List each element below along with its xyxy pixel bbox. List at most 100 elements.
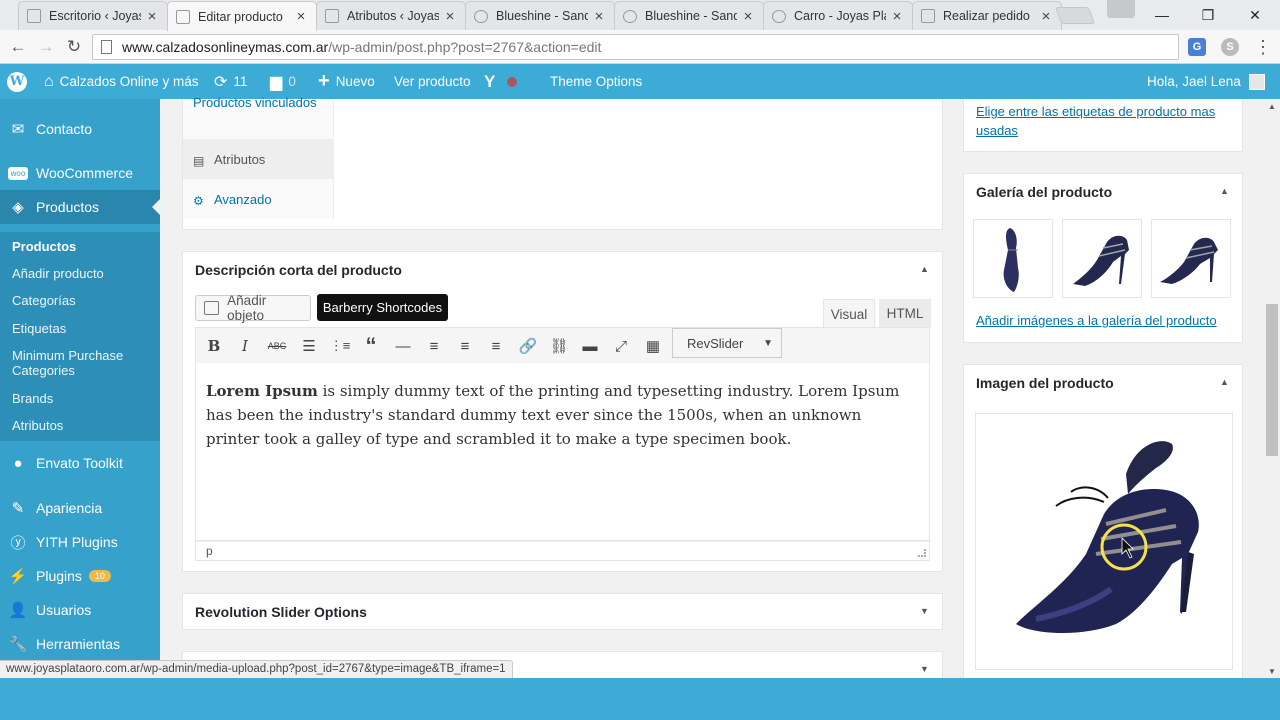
collapse-arrow-icon[interactable]: ▲ xyxy=(1220,377,1229,387)
menu-icon[interactable]: ⋮ xyxy=(1252,36,1274,58)
italic-icon[interactable]: I xyxy=(235,336,255,356)
link-icon[interactable]: 🔗 xyxy=(518,336,538,356)
reload-button[interactable]: ↻ xyxy=(63,36,85,58)
forward-button[interactable]: → xyxy=(35,36,57,58)
resize-handle[interactable] xyxy=(918,549,926,557)
align-right-icon[interactable]: ≡ xyxy=(486,336,506,356)
maximize-button[interactable]: ❐ xyxy=(1185,0,1231,30)
close-icon[interactable]: × xyxy=(890,8,904,25)
browser-tab[interactable]: Atributos ‹ Joyas × xyxy=(316,1,466,30)
blockquote-icon[interactable]: “ xyxy=(361,333,381,358)
browser-tab[interactable]: Blueshine - Sand × xyxy=(614,1,764,30)
site-name-link[interactable]: ⌂ Calzados Online y más xyxy=(44,64,198,99)
tab-html[interactable]: HTML xyxy=(879,299,931,328)
browser-tab[interactable]: Blueshine - Sand × xyxy=(465,1,615,30)
product-featured-image[interactable] xyxy=(975,413,1233,670)
bullet-list-icon[interactable]: ☰ xyxy=(299,336,319,356)
popular-tags-text: Elige entre las etiquetas de producto ma… xyxy=(976,104,1216,138)
align-left-icon[interactable]: ≡ xyxy=(424,336,444,356)
align-center-icon[interactable]: ≡ xyxy=(455,336,475,356)
close-icon[interactable]: × xyxy=(294,8,308,25)
gallery-thumbnail[interactable] xyxy=(973,219,1053,298)
my-account-menu[interactable]: Hola, Jael Lena xyxy=(1147,64,1265,99)
menu-herramientas[interactable]: 🔧 Herramientas xyxy=(0,627,160,661)
translate-icon[interactable]: G xyxy=(1188,38,1206,56)
browser-tab-active[interactable]: Editar producto × xyxy=(167,1,317,31)
submenu-add-product[interactable]: Añadir producto xyxy=(12,266,104,281)
scrollbar-thumb[interactable] xyxy=(1266,304,1278,456)
submenu-brands[interactable]: Brands xyxy=(12,391,53,406)
menu-plugins[interactable]: ⚡ Plugins 10 xyxy=(0,559,160,593)
strikethrough-icon[interactable]: ABC xyxy=(267,336,287,356)
gallery-thumbnail[interactable] xyxy=(1062,219,1142,298)
ring-icon xyxy=(623,9,637,23)
submenu-attributes[interactable]: Atributos xyxy=(12,418,63,433)
menu-productos[interactable]: ◈ Productos xyxy=(0,190,160,224)
bold-icon[interactable]: B xyxy=(204,336,224,356)
wp-logo-menu[interactable]: W xyxy=(7,64,27,99)
scroll-down-arrow-icon[interactable]: ▼ xyxy=(1268,667,1276,676)
back-button[interactable]: ← xyxy=(7,36,29,58)
tab-advanced[interactable]: ⚙ Avanzado xyxy=(183,179,334,219)
numbered-list-icon[interactable]: ⋮≡ xyxy=(330,336,351,356)
browser-tab[interactable]: Carro - Joyas Pla × xyxy=(763,1,913,30)
browser-tab[interactable]: Realizar pedido × xyxy=(912,1,1062,30)
slider-item-partial[interactable]: ✎ xyxy=(0,99,160,107)
page-info-icon[interactable] xyxy=(101,40,112,54)
revslider-select[interactable]: RevSlider ▼ xyxy=(672,328,782,358)
tab-linked-products[interactable]: Productos vinculados xyxy=(183,93,334,137)
close-icon[interactable]: × xyxy=(145,8,159,25)
skype-icon[interactable]: S xyxy=(1221,38,1239,56)
new-tab-button[interactable] xyxy=(1054,7,1096,24)
yoast-seo-menu[interactable]: Y xyxy=(484,64,518,99)
read-more-icon[interactable]: ▬ xyxy=(580,336,600,356)
url-host: www.calzadosonlineymas.com.ar xyxy=(122,39,329,55)
view-product-link[interactable]: Ver producto xyxy=(394,64,471,99)
tab-attributes[interactable]: ▤ Atributos xyxy=(183,139,334,179)
url-path: /wp-admin/post.php?post=2767&action=edit xyxy=(328,39,602,55)
collapse-arrow-icon[interactable]: ▲ xyxy=(1220,186,1229,196)
revolution-slider-title[interactable]: Revolution Slider Options xyxy=(195,604,367,620)
add-media-button[interactable]: Añadir objeto xyxy=(195,293,311,323)
submenu-categories[interactable]: Categorías xyxy=(12,293,76,308)
expand-arrow-icon[interactable]: ▼ xyxy=(920,606,929,616)
close-icon[interactable]: × xyxy=(1039,8,1053,25)
wrench-icon: 🔧 xyxy=(8,636,28,653)
add-gallery-images-link[interactable]: Añadir imágenes a la galería del product… xyxy=(976,313,1217,328)
expand-arrow-icon[interactable]: ▼ xyxy=(920,664,929,674)
minimize-button[interactable]: — xyxy=(1139,0,1185,30)
submenu-productos[interactable]: Productos xyxy=(12,239,76,254)
shoe-side-icon xyxy=(1160,237,1218,284)
tab-label: Editar producto xyxy=(198,9,283,24)
theme-options-link[interactable]: Theme Options xyxy=(550,64,642,99)
menu-usuarios[interactable]: 👤 Usuarios xyxy=(0,593,160,627)
horizontal-line-icon[interactable]: — xyxy=(393,336,413,356)
popular-tags-link[interactable]: Elige entre las etiquetas de producto ma… xyxy=(976,102,1226,140)
plugins-update-badge: 10 xyxy=(88,570,111,582)
browser-tab[interactable]: Escritorio ‹ Joyas × xyxy=(18,1,168,30)
barberry-shortcodes-tooltip: Barberry Shortcodes xyxy=(317,294,448,321)
greeting: Hola, Jael Lena xyxy=(1147,74,1241,89)
menu-contacto[interactable]: ✉ Contacto xyxy=(0,112,160,146)
avatar xyxy=(1248,73,1265,90)
close-icon[interactable]: × xyxy=(443,8,457,25)
close-window-button[interactable]: ✕ xyxy=(1232,0,1278,30)
address-bar[interactable]: www.calzadosonlineymas.com.ar/wp-admin/p… xyxy=(92,34,1179,60)
submenu-minimum-purchase[interactable]: Minimum Purchase Categories xyxy=(12,348,142,378)
collapse-arrow-icon[interactable]: ▲ xyxy=(920,264,929,274)
editor-content[interactable]: Lorem Ipsum is simply dummy text of the … xyxy=(195,363,930,541)
menu-woocommerce[interactable]: woo WooCommerce xyxy=(0,156,160,190)
menu-envato-toolkit[interactable]: ● Envato Toolkit xyxy=(0,446,160,480)
submenu-tags[interactable]: Etiquetas xyxy=(12,321,66,336)
unlink-icon[interactable]: ⛓ xyxy=(549,336,569,356)
close-icon[interactable]: × xyxy=(592,8,606,25)
close-icon[interactable]: × xyxy=(741,8,755,25)
scroll-up-arrow-icon[interactable]: ▲ xyxy=(1268,102,1276,111)
menu-apariencia[interactable]: ✎ Apariencia xyxy=(0,491,160,525)
tab-visual[interactable]: Visual xyxy=(823,299,875,328)
profile-icon[interactable] xyxy=(1107,0,1135,18)
fullscreen-icon[interactable]: ⤢ xyxy=(611,336,631,356)
toolbar-toggle-icon[interactable]: ▦ xyxy=(643,336,663,356)
menu-yith-plugins[interactable]: ⓨ YITH Plugins xyxy=(0,525,160,559)
gallery-thumbnail[interactable] xyxy=(1151,219,1231,298)
